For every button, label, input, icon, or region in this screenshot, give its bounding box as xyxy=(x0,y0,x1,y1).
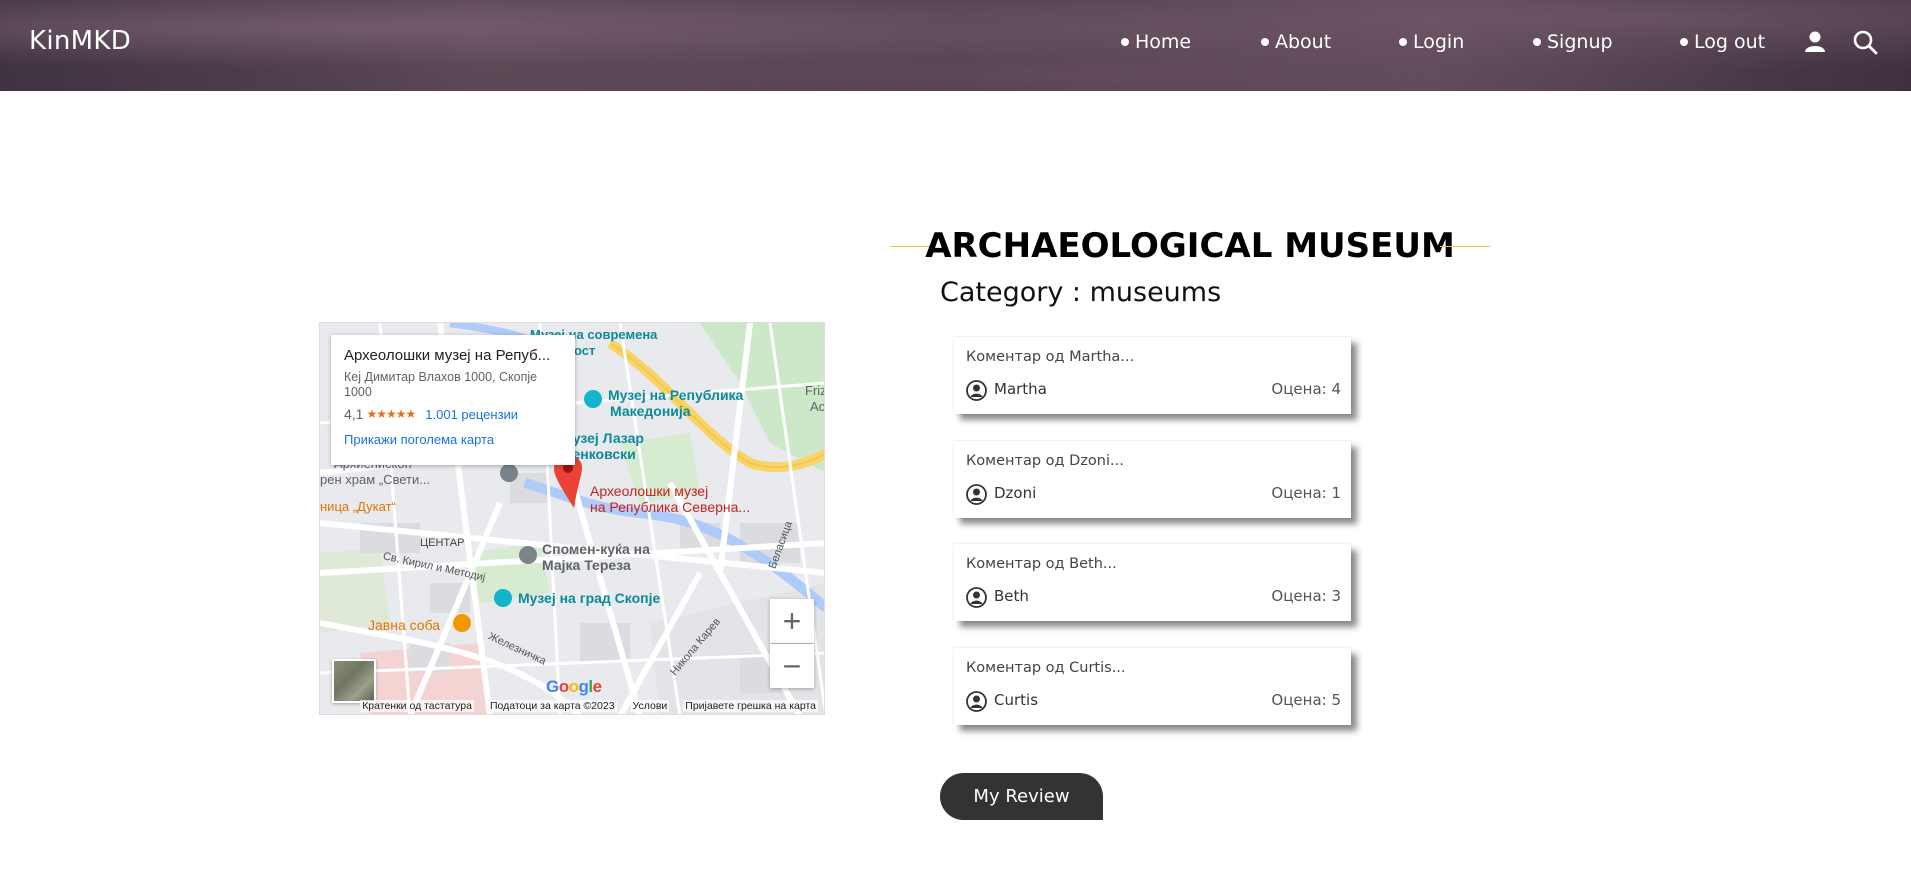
title-decor-line-right xyxy=(1440,246,1490,247)
user-avatar-icon xyxy=(966,691,987,712)
map-label-museum-mk-2: Македонија xyxy=(610,403,691,419)
review-score: Оцена: 4 xyxy=(1271,380,1341,398)
map-label-museum-city: Музеј на град Скопје xyxy=(518,590,661,606)
map-label-pin-2: на Република Северна... xyxy=(590,499,751,515)
nav-about-label: About xyxy=(1275,31,1332,53)
bullet-icon xyxy=(1680,38,1688,46)
review-card: Коментар од Beth... Beth Оцена: 3 xyxy=(954,544,1351,621)
map-reviews-link[interactable]: 1.001 рецензии xyxy=(425,407,518,422)
review-score: Оцена: 3 xyxy=(1271,587,1341,605)
map-label-friz: Friz xyxy=(805,383,825,398)
user-avatar-icon xyxy=(966,380,987,401)
nav-logout[interactable]: Log out xyxy=(1680,28,1765,56)
map-bigger-link[interactable]: Прикажи поголема карта xyxy=(344,432,562,447)
nav-login[interactable]: Login xyxy=(1399,28,1464,56)
review-comment: Коментар од Curtis... xyxy=(966,660,1126,676)
nav-about[interactable]: About xyxy=(1261,28,1331,56)
review-card: Коментар од Curtis... Curtis Оцена: 5 xyxy=(954,648,1351,725)
nav-logout-label: Log out xyxy=(1694,31,1766,53)
map-label-museum-mk: Музеј на Република xyxy=(608,387,744,403)
bullet-icon xyxy=(1121,38,1129,46)
map-footer-report[interactable]: Пријавете грешка на карта xyxy=(683,699,818,712)
review-user: Martha xyxy=(994,380,1047,398)
bullet-icon xyxy=(1533,38,1541,46)
map-footer: Кратенки од тастатура Податоци за карта … xyxy=(320,697,824,714)
my-review-button[interactable]: My Review xyxy=(940,773,1103,820)
nav-home[interactable]: Home xyxy=(1121,28,1191,56)
title-block: ARCHAEOLOGICAL MUSEUM xyxy=(890,226,1490,270)
map-label-museum-contemporary-2: ост xyxy=(574,343,596,358)
nav-login-label: Login xyxy=(1413,31,1465,53)
map-label-pin: Археолошки музеј xyxy=(590,483,709,499)
map-label-church-2: рен храм „Свети... xyxy=(320,472,431,487)
review-user: Curtis xyxy=(994,691,1039,709)
map-footer-data: Податоци за карта ©2023 xyxy=(487,699,617,712)
review-card: Коментар од Dzoni... Dzoni Оцена: 1 xyxy=(954,441,1351,518)
nav-signup[interactable]: Signup xyxy=(1533,28,1613,56)
user-icon[interactable] xyxy=(1801,28,1829,56)
review-comment: Коментар од Beth... xyxy=(966,556,1117,572)
star-rating-icon: ★★★★★ xyxy=(366,407,416,421)
site-header: KinMKD Home About Login Signup Log out xyxy=(0,0,1911,91)
nav-signup-label: Signup xyxy=(1547,31,1613,53)
bullet-icon xyxy=(1261,38,1269,46)
review-user: Dzoni xyxy=(994,484,1037,502)
user-avatar-icon xyxy=(966,587,987,608)
google-logo: Google xyxy=(546,677,602,696)
map-place-rating: 4,1 ★★★★★ 1.001 рецензии xyxy=(344,406,562,422)
map-footer-shortcuts[interactable]: Кратенки од тастатура xyxy=(360,699,474,712)
review-user: Beth xyxy=(994,587,1029,605)
category-label: Category : museums xyxy=(940,277,1222,308)
review-card: Коментар од Martha... Martha Оцена: 4 xyxy=(954,337,1351,414)
zoom-out-button[interactable]: − xyxy=(770,644,814,688)
review-comment: Коментар од Dzoni... xyxy=(966,453,1124,469)
map-place-card: Археолошки музеј на Репуб... Кеј Димитар… xyxy=(331,335,575,465)
review-score: Оцена: 1 xyxy=(1271,484,1341,502)
bullet-icon xyxy=(1399,38,1407,46)
map-label-teresa-2: Мајка Тереза xyxy=(542,557,631,573)
map-rating-value: 4,1 xyxy=(344,406,364,422)
nav-home-label: Home xyxy=(1135,31,1192,53)
embedded-map[interactable]: Музеј на современа ост Музеј на Републик… xyxy=(319,322,825,715)
map-place-title: Археолошки музеј на Репуб... xyxy=(344,347,551,364)
review-comment: Коментар од Martha... xyxy=(966,349,1135,365)
brand-logo[interactable]: KinMKD xyxy=(29,26,131,56)
review-score: Оцена: 5 xyxy=(1271,691,1341,709)
map-label-javna: Јавна соба xyxy=(368,617,441,633)
user-avatar-icon xyxy=(966,484,987,505)
map-place-address: Кеј Димитар Влахов 1000, Скопје 1000 xyxy=(344,370,538,399)
page-title: ARCHAEOLOGICAL MUSEUM xyxy=(925,226,1455,266)
zoom-in-button[interactable]: + xyxy=(770,599,814,643)
map-label-friz-2: Ac xyxy=(810,399,825,414)
map-label-dukat: ница „Дукат“ xyxy=(320,499,396,514)
search-icon[interactable] xyxy=(1851,28,1879,56)
map-label-teresa: Спомен-куќа на xyxy=(542,541,650,557)
map-label-center: ЦЕНТАР xyxy=(420,537,465,549)
map-footer-terms[interactable]: Услови xyxy=(630,699,670,712)
